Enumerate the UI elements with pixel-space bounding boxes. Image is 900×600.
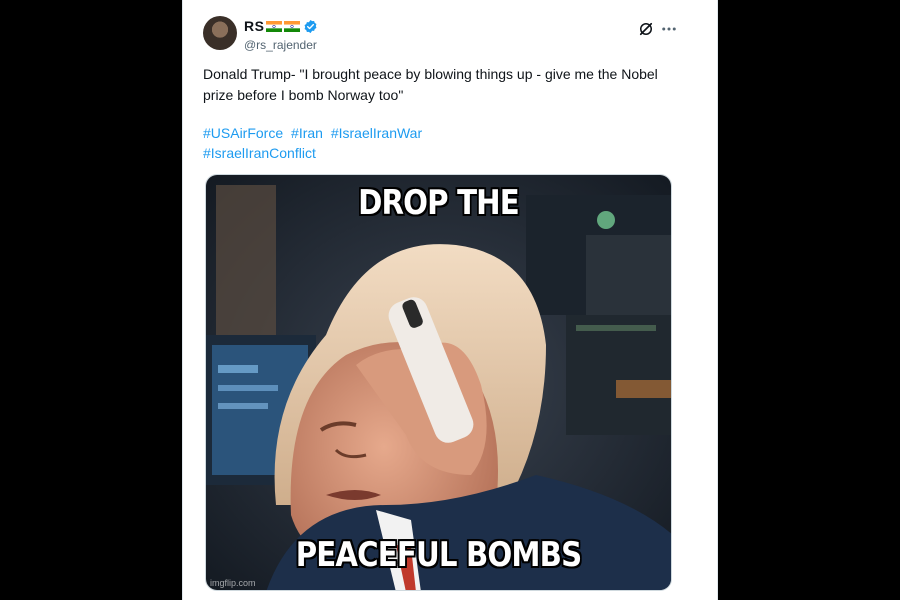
india-flag-icon [266, 20, 283, 32]
watermark: imgflip.com [210, 578, 256, 588]
hashtag-link[interactable]: #Iran [291, 125, 323, 141]
hashtag-link[interactable]: #IsraelIranConflict [203, 145, 316, 161]
grok-icon[interactable] [637, 20, 655, 38]
hashtag-link[interactable]: #USAirForce [203, 125, 283, 141]
hashtags: #USAirForce #Iran #IsraelIranWar #Israel… [203, 123, 673, 163]
meme-image[interactable]: DROP THE PEACEFUL BOMBS imgflip.com [205, 174, 672, 591]
tweet-text: Donald Trump- "I brought peace by blowin… [203, 66, 658, 103]
author-info: RS @rs_rajender [244, 18, 318, 52]
india-flag-icon [284, 20, 301, 32]
more-options-icon[interactable] [659, 20, 679, 38]
name-row: RS [244, 18, 318, 34]
avatar[interactable] [203, 16, 237, 50]
display-name[interactable]: RS [244, 18, 264, 34]
tweet-card: RS @rs_rajender Donald Trump- "I brought… [182, 0, 718, 600]
meme-top-text: DROP THE [358, 183, 520, 223]
meme-bottom-text: PEACEFUL BOMBS [295, 535, 582, 575]
handle[interactable]: @rs_rajender [244, 38, 318, 52]
meme-photo [206, 175, 671, 590]
hashtag-link[interactable]: #IsraelIranWar [331, 125, 422, 141]
tweet-header: RS @rs_rajender [203, 16, 697, 56]
verified-badge-icon [305, 19, 317, 33]
